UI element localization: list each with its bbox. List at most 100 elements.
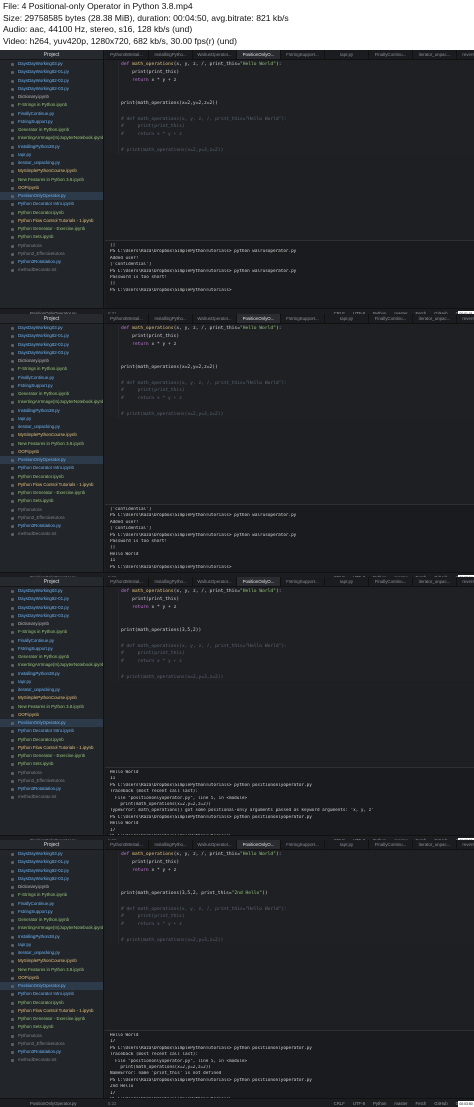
file-item[interactable]: FstringSupport.py xyxy=(0,645,103,653)
cursor-position[interactable]: 5:22 xyxy=(108,1101,116,1106)
file-item[interactable]: PositionOnlyOperator.py xyxy=(0,456,103,465)
status-github[interactable]: GitHub xyxy=(434,1101,447,1106)
file-item[interactable]: Python Generator - Exercise.ipynb xyxy=(0,752,103,760)
editor-tab[interactable]: Iapr.py xyxy=(325,50,369,59)
file-item[interactable]: Python Decorator.ipynb xyxy=(0,736,103,744)
editor-tab[interactable]: PositionOnlyO... xyxy=(237,50,281,59)
status-fetch[interactable]: Fetch xyxy=(416,1101,427,1106)
file-item[interactable]: DaysDayWorking82-02.py xyxy=(0,341,103,349)
editor-tab[interactable]: reversed_dicts... xyxy=(457,577,474,586)
file-item[interactable]: FinallyContinue.py xyxy=(0,374,103,382)
file-item[interactable]: methodDecorato.txt xyxy=(0,1056,103,1064)
editor-tab[interactable]: FinallyContinu... xyxy=(369,314,413,323)
status-filename[interactable]: PositionOnlyOperator.py xyxy=(0,1101,104,1106)
file-item[interactable]: MySimplePythonCourse.ipynb xyxy=(0,957,103,965)
file-item[interactable]: DaysDayWorking82-01.py xyxy=(0,858,103,866)
editor-tab[interactable]: Iapr.py xyxy=(325,840,369,849)
file-item[interactable]: DaysDayWorking82-02.py xyxy=(0,77,103,85)
file-item[interactable]: Python Decorator Intro.ipynb xyxy=(0,464,103,472)
terminal-panel[interactable]: ['confidential'] PS C:\Users\Raza\Dropbox… xyxy=(105,504,474,572)
file-item[interactable]: Python3Rotatiation.py xyxy=(0,258,103,266)
file-item[interactable]: iterator_unpacking.py xyxy=(0,423,103,431)
file-item[interactable]: DaysDayWorking82-01.py xyxy=(0,332,103,340)
editor-tab[interactable]: InstallingPytho... xyxy=(149,314,193,323)
editor-tab[interactable]: reversed_dicts... xyxy=(457,314,474,323)
file-item[interactable]: PositionOnlyOperator.py xyxy=(0,982,103,991)
file-item[interactable]: OOP.ipynb xyxy=(0,974,103,982)
editor-tab[interactable]: Python38Instal... xyxy=(105,314,149,323)
editor-tab[interactable]: Python38Instal... xyxy=(105,50,149,59)
file-item[interactable]: InsertingArrImage(In)JupyterNotebook.ipy… xyxy=(0,398,103,406)
file-item[interactable]: Dictionary.ipynb xyxy=(0,93,103,101)
code-editor[interactable]: def math_operations(x, y, z, /, print_th… xyxy=(105,851,474,944)
file-item[interactable]: methodDecorato.txt xyxy=(0,530,103,538)
file-item[interactable]: FinallyContinue.py xyxy=(0,900,103,908)
file-item[interactable]: FstringSupport.py xyxy=(0,118,103,126)
file-item[interactable]: Pythonutora xyxy=(0,769,103,777)
editor-tab[interactable]: InstallingPytho... xyxy=(149,577,193,586)
file-item[interactable]: MySimplePythonCourse.ipynb xyxy=(0,167,103,175)
editor-tab[interactable]: WalrusOperator... xyxy=(193,577,237,586)
editor-tab[interactable]: PositionOnlyO... xyxy=(237,314,281,323)
file-item[interactable]: DaysDayWorking82-03.py xyxy=(0,612,103,620)
file-item[interactable]: Dictionary.ipynb xyxy=(0,883,103,891)
status-branch[interactable]: master xyxy=(394,1101,407,1106)
file-item[interactable]: Python Decorator.ipynb xyxy=(0,473,103,481)
file-item[interactable]: Generator in Python.ipynb xyxy=(0,653,103,661)
file-item[interactable]: New Features in Python 3.8.ipynb xyxy=(0,176,103,184)
file-item[interactable]: Generator in Python.ipynb xyxy=(0,390,103,398)
code-editor[interactable]: def math_operations(x, y, z, /, print_th… xyxy=(105,61,474,154)
file-item[interactable]: Python Generator - Exercise.ipynb xyxy=(0,225,103,233)
file-item[interactable]: DaysDayWorking82-01.py xyxy=(0,68,103,76)
file-item[interactable]: Python Decorator Intro.ipynb xyxy=(0,727,103,735)
file-item[interactable]: Iapr.py xyxy=(0,151,103,159)
file-item[interactable]: New Features in Python 3.8.ipynb xyxy=(0,440,103,448)
file-item[interactable]: Python Sets.ipynb xyxy=(0,497,103,505)
file-item[interactable]: Dictionary.ipynb xyxy=(0,620,103,628)
file-item[interactable]: Python3_Effectivetutora xyxy=(0,777,103,785)
file-item[interactable]: Python Generator - Exercise.ipynb xyxy=(0,489,103,497)
file-item[interactable]: Python3Rotatiation.py xyxy=(0,785,103,793)
file-item[interactable]: DaysDayWorking03.py xyxy=(0,587,103,595)
editor-tab[interactable]: FinallyContinu... xyxy=(369,840,413,849)
file-item[interactable]: Generator in Python.ipynb xyxy=(0,126,103,134)
editor-tab[interactable]: iterator_unpac... xyxy=(413,577,457,586)
file-item[interactable]: Dictionary.ipynb xyxy=(0,357,103,365)
file-item[interactable]: Python Flow Control Tutorials - 1.ipynb xyxy=(0,217,103,225)
file-item[interactable]: DaysDayWorking82-03.py xyxy=(0,349,103,357)
file-item[interactable]: Python Sets.ipynb xyxy=(0,1023,103,1031)
editor-tab[interactable]: Iapr.py xyxy=(325,577,369,586)
file-item[interactable]: Iapr.py xyxy=(0,678,103,686)
file-item[interactable]: MySimplePythonCourse.ipynb xyxy=(0,431,103,439)
editor-tab[interactable]: InstallingPytho... xyxy=(149,840,193,849)
editor-tab[interactable]: FstringSupport... xyxy=(281,840,325,849)
status-lang[interactable]: Python xyxy=(373,1101,386,1106)
file-item[interactable]: InstallingPython38.py xyxy=(0,933,103,941)
editor-tab[interactable]: FstringSupport... xyxy=(281,50,325,59)
file-item[interactable]: F-Strings in Python.ipynb xyxy=(0,628,103,636)
file-item[interactable]: F-Strings in Python.ipynb xyxy=(0,101,103,109)
editor-tab[interactable]: InstallingPytho... xyxy=(149,50,193,59)
file-item[interactable]: DaysDayWorking03.py xyxy=(0,324,103,332)
file-item[interactable]: FstringSupport.py xyxy=(0,382,103,390)
file-item[interactable]: InsertingArrImage(In)JupyterNotebook.ipy… xyxy=(0,924,103,932)
file-item[interactable]: InsertingArrImage(In)JupyterNotebook.ipy… xyxy=(0,134,103,142)
file-item[interactable]: iterator_unpacking.py xyxy=(0,949,103,957)
file-item[interactable]: Python Decorator.ipynb xyxy=(0,999,103,1007)
file-item[interactable]: DaysDayWorking82-03.py xyxy=(0,875,103,883)
file-item[interactable]: OOP.ipynb xyxy=(0,448,103,456)
file-item[interactable]: iterator_unpacking.py xyxy=(0,159,103,167)
file-item[interactable]: Python3_Effectivetutora xyxy=(0,1040,103,1048)
file-item[interactable]: Pythonutora xyxy=(0,1032,103,1040)
file-item[interactable]: DaysDayWorking82-02.py xyxy=(0,604,103,612)
file-item[interactable]: DaysDayWorking03.py xyxy=(0,850,103,858)
editor-tab[interactable]: reversed_dicts... xyxy=(457,50,474,59)
editor-tab[interactable]: FinallyContinu... xyxy=(369,577,413,586)
file-item[interactable]: PositionOnlyOperator.py xyxy=(0,719,103,728)
file-item[interactable]: Generator in Python.ipynb xyxy=(0,916,103,924)
terminal-panel[interactable]: [] PS C:\Users\Raza\Dropbox\SimplePythonT… xyxy=(105,240,474,308)
file-item[interactable]: Python Decorator Intro.ipynb xyxy=(0,200,103,208)
editor-tab[interactable]: FinallyContinu... xyxy=(369,50,413,59)
file-item[interactable]: Pythonutora xyxy=(0,506,103,514)
file-item[interactable]: FstringSupport.py xyxy=(0,908,103,916)
